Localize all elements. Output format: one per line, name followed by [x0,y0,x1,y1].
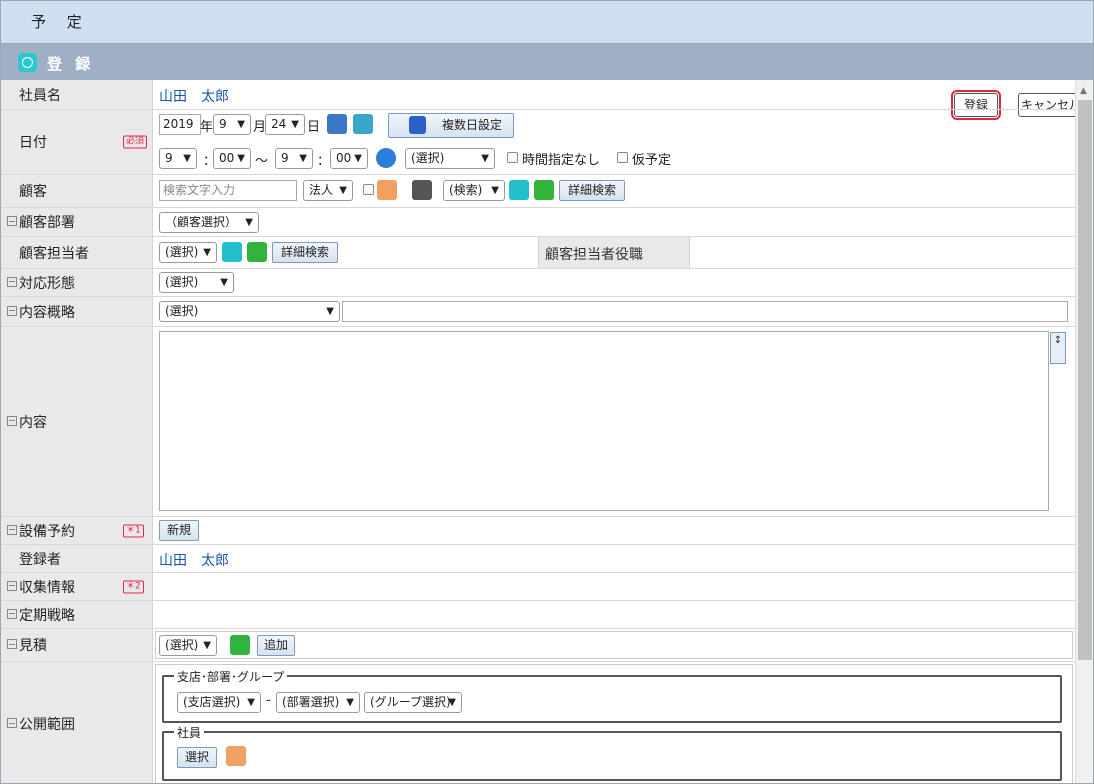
row-response-type: 対応形態 (選択) [1,269,1075,297]
employee-name-link[interactable]: 山田 太郎 [159,86,229,106]
end-minute-select[interactable]: 00 [330,148,368,169]
person-icon[interactable] [226,746,246,766]
end-hour-select[interactable]: 9 [275,148,313,169]
registrant-name-link[interactable]: 山田 太郎 [159,550,229,570]
estimate-add-button[interactable]: 追加 [257,635,295,656]
date-label: 日付 [19,135,47,151]
row-periodic: 定期戦略 [1,601,1075,629]
person-icon[interactable] [377,180,397,200]
summary-select[interactable]: (選択) [159,301,340,322]
collect-label: 収集情報 [7,577,75,597]
customer-search-select[interactable]: (検索) [443,180,505,201]
row-summary: 内容概略 (選択) [1,297,1075,327]
customer-type-select[interactable]: 法人 [303,180,353,201]
mark2-badge: ＊2 [123,580,144,593]
response-type-select[interactable]: (選択) [159,272,234,293]
row-customer: 顧客 検索文字入力 法人 (検索) 詳細検索 [1,175,1075,208]
row-date: 日付必須 2019 年 9 月 24 日 複数日設定 9 ： 00 〜 9 ： [1,110,1075,175]
tentative-label: 仮予定 [632,153,672,168]
registrant-label: 登録者 [19,551,61,568]
binoculars-icon[interactable] [412,180,432,200]
mark1-badge: ＊1 [123,524,144,537]
year-input[interactable]: 2019 [159,114,201,135]
no-time-checkbox[interactable] [507,152,518,163]
time-preset-select[interactable]: (選択) [405,148,495,169]
schedule-window: 予 定 登 録 登録 キャンセル 社員名 山田 太郎 日付 必須 2019 年 9… [0,0,1094,784]
equipment-label: 設備予約 [7,521,75,541]
day-unit: 日 [307,120,321,135]
scope-label: 公開範囲 [7,714,75,734]
scroll-up-icon[interactable]: ▲ [1080,86,1087,96]
customer-checkbox[interactable] [363,184,374,195]
multi-day-button[interactable]: 複数日設定 [388,113,514,138]
form-header: 登 録 登録 キャンセル [1,44,1093,120]
start-minute-select[interactable]: 00 [213,148,251,169]
employee-select-button[interactable]: 選択 [177,747,217,768]
no-time-label: 時間指定なし [522,153,601,168]
tentative-checkbox[interactable] [617,152,628,163]
row-customer-dept: 顧客部署 （顧客選択） [1,208,1075,237]
row-estimate: 見積 (選択) 追加 [1,629,1075,662]
customer-rep-label: 顧客担当者 [19,245,89,262]
row-collect: 収集情報 ＊2 [1,573,1075,601]
customer-dept-select[interactable]: （顧客選択） [159,212,259,233]
estimate-label: 見積 [7,635,47,655]
department-select[interactable]: (部署選択) [276,692,360,713]
response-type-label: 対応形態 [7,273,75,293]
estimate-select[interactable]: (選択) [159,635,217,656]
content-textarea[interactable] [159,331,1049,511]
rep-detail-search-button[interactable]: 詳細検索 [272,242,338,263]
copy-icon [409,116,426,134]
form-title: 登 録 [47,55,95,73]
periodic-label: 定期戦略 [7,605,75,625]
scrollbar[interactable]: ▲ [1075,80,1093,783]
year-unit: 年 [200,120,214,135]
clock-icon[interactable] [376,148,396,168]
group-fieldset: 支店･部署･グループ (支店選択) - (部署選択) (グループ選択) [162,668,1062,723]
group-legend: 支店･部署･グループ [174,668,288,685]
customer-detail-search-button[interactable]: 詳細検索 [559,180,625,201]
day-select[interactable]: 24 [265,114,305,135]
customer-rep-role-label: 顧客担当者役職 [545,247,643,263]
dash: - [266,693,271,708]
title-bar: 予 定 [1,1,1093,44]
scroll-thumb[interactable] [1078,100,1092,660]
start-hour-select[interactable]: 9 [159,148,197,169]
group-select[interactable]: (グループ選択) [364,692,462,713]
summary-input[interactable] [342,301,1068,322]
time-colon: ： [317,154,331,169]
employee-legend: 社員 [174,724,205,741]
new-equipment-button[interactable]: 新規 [159,520,199,541]
edit-icon[interactable] [247,242,267,262]
row-scope: 公開範囲 支店･部署･グループ (支店選択) - (部署選択) (グループ選択)… [1,662,1075,783]
row-employee: 社員名 山田 太郎 [1,80,1075,110]
content-label: 内容 [7,412,47,432]
row-customer-rep: 顧客担当者 (選択) 詳細検索 顧客担当者役職 [1,237,1075,269]
customer-label: 顧客 [19,184,47,200]
summary-label: 内容概略 [7,302,75,322]
search-icon[interactable] [222,242,242,262]
required-badge: 必須 [123,135,148,149]
calendar-icon[interactable] [327,114,347,134]
month-select[interactable]: 9 [213,114,251,135]
row-registrant: 登録者 山田 太郎 [1,545,1075,573]
tilde: 〜 [255,154,269,169]
employee-label: 社員名 [19,87,61,104]
calendar-range-icon[interactable] [353,114,373,134]
row-equipment: 設備予約 ＊1 新規 [1,517,1075,545]
customer-rep-select[interactable]: (選択) [159,242,217,263]
window-title: 予 定 [31,13,90,31]
search-icon[interactable] [509,180,529,200]
customer-dept-label: 顧客部署 [7,212,75,232]
edit-icon[interactable] [534,180,554,200]
customer-search-input[interactable]: 検索文字入力 [159,180,297,201]
employee-fieldset: 社員 選択 [162,724,1062,781]
edit-icon[interactable] [230,635,250,655]
row-content: 内容 ↕ [1,327,1075,517]
clock-icon [18,53,37,72]
expand-collapse-icon[interactable]: ↕ [1050,332,1066,364]
branch-select[interactable]: (支店選択) [177,692,261,713]
